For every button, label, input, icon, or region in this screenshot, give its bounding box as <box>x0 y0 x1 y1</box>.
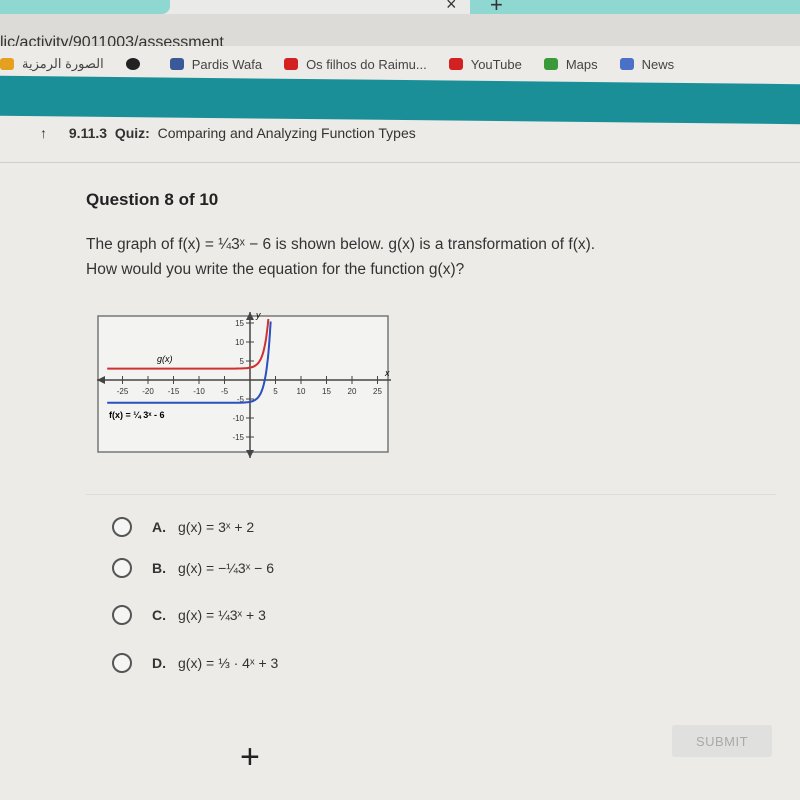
bookmark-label: Maps <box>565 56 598 72</box>
x-axis-label: x <box>384 368 390 378</box>
youtube-icon <box>448 58 463 70</box>
x-tick-label: 10 <box>297 387 306 396</box>
answer-choice-a[interactable]: A. g(x) = 3ˣ + 2 <box>112 517 254 537</box>
bookmark-item[interactable]: News <box>619 56 675 72</box>
y-tick-label: -15 <box>232 433 244 442</box>
choice-equation: g(x) = ⅓ · 4ˣ + 3 <box>178 655 279 671</box>
quiz-title: Comparing and Analyzing Function Types <box>157 125 416 141</box>
bookmark-item[interactable] <box>125 58 148 70</box>
question-text: The graph of f(x) = ¼3ˣ − 6 is shown bel… <box>86 232 776 282</box>
maps-pin-icon <box>543 58 558 70</box>
globe-icon <box>125 58 140 70</box>
bookmark-label: الصورة الرمزية <box>22 56 104 71</box>
choice-equation: g(x) = −¼3ˣ − 6 <box>178 560 275 576</box>
graph-frame <box>97 315 389 453</box>
question-text-part: The graph of <box>86 236 179 253</box>
bookmark-label: Pardis Wafa <box>191 56 263 72</box>
question-counter: Question 8 of 10 <box>86 190 219 209</box>
x-tick-label: -5 <box>221 387 229 396</box>
quiz-kind: Quiz: <box>114 125 150 141</box>
y-axis-label: y <box>255 312 261 320</box>
divider <box>86 494 776 495</box>
choice-letter: C. <box>152 607 166 623</box>
question-text-part: How would you write the equation for the… <box>86 261 465 278</box>
youtube-icon <box>284 58 299 70</box>
radio-button[interactable] <box>112 605 132 625</box>
x-tick-label: -10 <box>193 387 205 396</box>
answer-choice-b[interactable]: B. g(x) = −¼3ˣ − 6 <box>112 558 274 578</box>
bookmark-item[interactable]: الصورة الرمزية <box>0 56 104 72</box>
submit-button[interactable]: SUBMIT <box>672 725 772 757</box>
g-label: g(x) <box>157 354 173 364</box>
f-label: f(x) = ¼ 3ˣ - 6 <box>109 410 165 420</box>
y-tick-label: 15 <box>235 319 244 328</box>
x-tick-label: -25 <box>117 387 129 396</box>
bookmark-label: YouTube <box>470 56 522 72</box>
address-bar[interactable]: lic/activity/9011003/assessment <box>0 14 800 51</box>
quiz-number: 9.11.3 <box>68 125 108 141</box>
radio-button[interactable] <box>112 517 132 537</box>
y-tick-label: 5 <box>240 357 245 366</box>
x-tick-label: -15 <box>168 387 180 396</box>
y-tick-label: 10 <box>235 338 244 347</box>
bookmark-item[interactable]: Pardis Wafa <box>169 56 263 72</box>
x-tick-label: 15 <box>322 387 331 396</box>
answer-choice-c[interactable]: C. g(x) = ¼3ˣ + 3 <box>112 605 266 625</box>
choice-letter: B. <box>152 560 166 576</box>
question-text-part: is shown below. g(x) is a transformation… <box>271 236 596 253</box>
bookmark-item[interactable]: Maps <box>543 56 598 72</box>
quiz-header: ↑ 9.11.3 Quiz: Comparing and Analyzing F… <box>40 125 416 141</box>
bookmark-label: Os filhos do Raimu... <box>306 56 427 72</box>
back-arrow-icon[interactable]: ↑ <box>40 125 47 141</box>
radio-button[interactable] <box>112 653 132 673</box>
bookmark-item[interactable]: YouTube <box>448 56 522 72</box>
x-tick-label: 5 <box>273 387 278 396</box>
radio-button[interactable] <box>112 558 132 578</box>
choice-equation: g(x) = 3ˣ + 2 <box>178 519 255 535</box>
close-icon[interactable]: × <box>446 0 457 15</box>
x-tick-label: -20 <box>142 387 154 396</box>
divider <box>0 162 800 163</box>
facebook-icon <box>169 58 184 70</box>
x-tick-label: 20 <box>348 387 357 396</box>
y-tick-label: -10 <box>232 414 244 423</box>
choice-letter: D. <box>152 655 166 671</box>
choice-letter: A. <box>152 519 166 535</box>
pinwheel-icon <box>0 58 14 70</box>
header-band <box>0 75 800 125</box>
bookmark-item[interactable]: Os filhos do Raimu... <box>284 57 427 72</box>
bookmark-label: News <box>641 56 675 72</box>
question-function: f(x) = ¼3ˣ − 6 <box>178 236 272 253</box>
y-axis-arrow <box>246 450 254 458</box>
answer-choice-d[interactable]: D. g(x) = ⅓ · 4ˣ + 3 <box>112 653 278 673</box>
browser-tab[interactable] <box>0 0 170 14</box>
function-graph: -25 -20 -15 -10 -5 5 10 15 20 2515105-5-10-15xyg(… <box>97 312 391 458</box>
news-icon <box>619 58 634 70</box>
add-icon[interactable]: + <box>240 738 260 777</box>
choice-equation: g(x) = ¼3ˣ + 3 <box>178 607 266 623</box>
x-tick-label: 25 <box>373 387 382 396</box>
